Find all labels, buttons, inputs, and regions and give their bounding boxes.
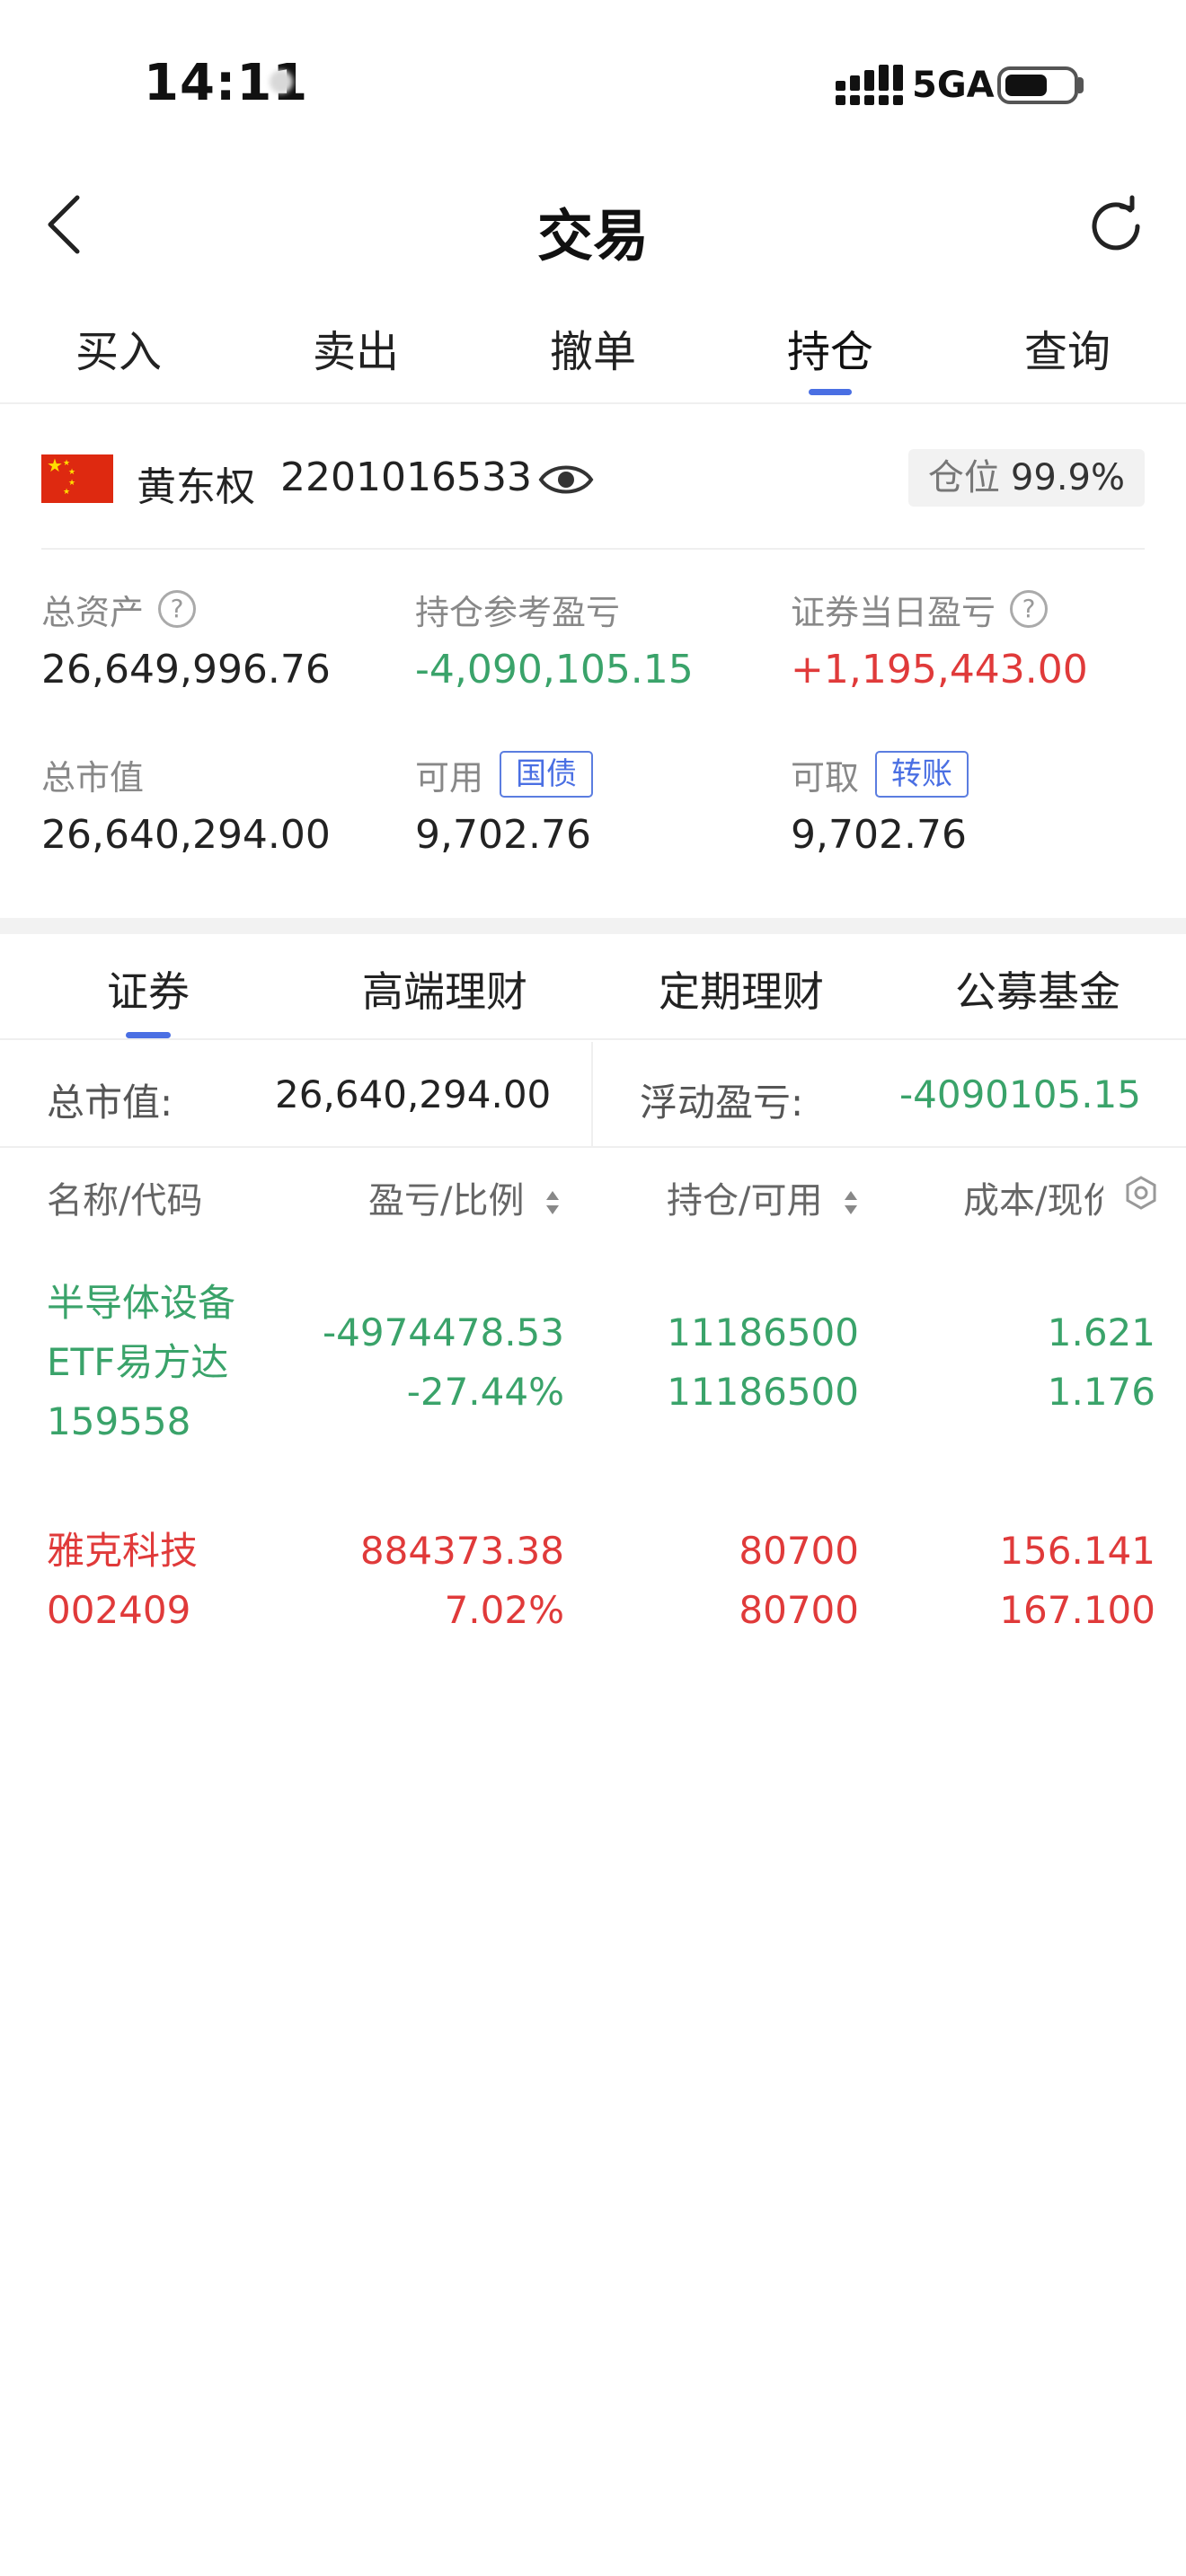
holding-pnl: 持仓参考盈亏 -4,090,105.15 [415,584,774,693]
refresh-icon[interactable] [1082,192,1150,260]
stock-name-line1: 半导体设备 [47,1281,236,1325]
position-badge: 仓位 99.9% [907,449,1145,507]
available-label: 可用 [415,757,484,798]
daily-pnl: 证券当日盈亏? +1,195,443.00 [791,584,1150,693]
stock-name-line2: ETF易方达 [47,1340,229,1384]
col-pnl-header[interactable]: 盈亏/比例 [368,1171,561,1223]
withdrawable-value: 9,702.76 [791,812,967,858]
totals-market-label: 总市值: [47,1081,173,1125]
holding-pnl-label: 持仓参考盈亏 [415,592,621,632]
daily-pnl-value: +1,195,443.00 [791,647,1088,693]
total-assets-value: 26,649,996.76 [41,647,331,693]
status-bar: 14:11 5GA [0,0,1186,162]
holdings-table-header: 名称/代码 盈亏/比例 持仓/可用 成本/现价 [0,1150,1186,1239]
table-row[interactable]: 雅克科技 002409 884373.38 7.02% 80700 80700 … [0,1522,1186,1647]
china-flag-icon: ★ ★ ★ ★ ★ [41,454,113,503]
market-value: 总市值 26,640,294.00 [41,749,401,859]
position-label: 仓位 [927,457,1000,498]
battery-icon [997,66,1078,104]
col-name: 名称/代码 [47,1180,203,1222]
status-indicator [270,70,293,93]
tab-securities[interactable]: 证券 [0,934,296,1038]
tab-mutual-funds[interactable]: 公募基金 [890,934,1186,1038]
market-value-label: 总市值 [41,757,145,798]
position-value: 99.9% [1010,457,1125,498]
account-name: 黄东权 [137,464,255,510]
stock-name: 雅克科技 [47,1529,199,1573]
holding-qty: 11186500 [667,1310,859,1354]
transfer-button[interactable]: 转账 [875,751,969,798]
treasury-bond-button[interactable]: 国债 [500,751,594,798]
asset-type-tabs: 证券 高端理财 定期理财 公募基金 [0,934,1186,1040]
help-icon[interactable]: ? [1010,590,1049,628]
daily-pnl-label: 证券当日盈亏 [791,592,996,632]
network-label: 5GA [912,65,995,106]
col-pnl: 盈亏/比例 [368,1180,525,1222]
divider [591,1042,593,1148]
account-number: 2201016533 [280,454,532,500]
withdrawable-label: 可取 [791,757,860,798]
available-funds: 可用 国债 9,702.76 [415,749,774,858]
withdrawable-funds: 可取 转账 9,702.76 [791,749,1150,858]
stock-code: 002409 [47,1588,191,1632]
current-price: 1.176 [1047,1370,1155,1414]
col-holding-header[interactable]: 持仓/可用 [667,1171,859,1223]
totals-float-label: 浮动盈亏: [640,1081,804,1125]
divider [41,548,1145,550]
pnl-ratio: -27.44% [406,1370,564,1414]
help-icon[interactable]: ? [158,590,197,628]
col-holding: 持仓/可用 [667,1180,823,1222]
total-assets-label: 总资产 [41,592,145,632]
pnl-value: 884373.38 [359,1529,564,1573]
holding-qty: 80700 [739,1529,859,1573]
total-assets: 总资产? 26,649,996.76 [41,584,401,693]
sort-icon[interactable] [843,1187,859,1218]
tab-query[interactable]: 查询 [949,296,1186,402]
navbar: 交易 [0,162,1186,287]
pnl-value: -4974478.53 [322,1310,564,1354]
eye-icon[interactable] [537,458,595,501]
settings-icon[interactable] [1123,1175,1159,1211]
sort-icon[interactable] [544,1187,561,1218]
signal-icon [836,65,903,105]
page-title: 交易 [536,203,649,269]
account-row: ★ ★ ★ ★ ★ 黄东权 2201016533 仓位 99.9% [0,422,1186,550]
cost-price: 1.621 [1047,1310,1155,1354]
battery-cap [1078,77,1084,93]
table-row[interactable]: 半导体设备 ETF易方达 159558 -4974478.53 -27.44% … [0,1274,1186,1453]
pnl-ratio: 7.02% [444,1588,564,1632]
tab-buy[interactable]: 买入 [0,296,237,402]
totals-float-value: -4090105.15 [898,1072,1141,1116]
tab-cancel-order[interactable]: 撤单 [474,296,712,402]
current-price: 167.100 [999,1588,1155,1632]
available-qty: 11186500 [667,1370,859,1414]
col-cost: 成本/现价 [963,1180,1103,1222]
available-value: 9,702.76 [415,812,591,858]
tab-holdings[interactable]: 持仓 [712,296,949,402]
holding-pnl-value: -4,090,105.15 [415,647,694,693]
cost-price: 156.141 [999,1529,1155,1573]
available-qty: 80700 [739,1588,859,1632]
totals-market-value: 26,640,294.00 [275,1072,552,1116]
section-gap [0,918,1186,934]
stock-code: 159558 [47,1399,191,1443]
trade-tabs: 买入 卖出 撤单 持仓 查询 [0,296,1186,404]
totals-row: 总市值: 26,640,294.00 浮动盈亏: -4090105.15 [0,1042,1186,1148]
tab-sell[interactable]: 卖出 [237,296,474,402]
market-value-value: 26,640,294.00 [41,812,331,858]
tab-premium-wealth[interactable]: 高端理财 [296,934,593,1038]
tab-fixed-term-wealth[interactable]: 定期理财 [593,934,890,1038]
